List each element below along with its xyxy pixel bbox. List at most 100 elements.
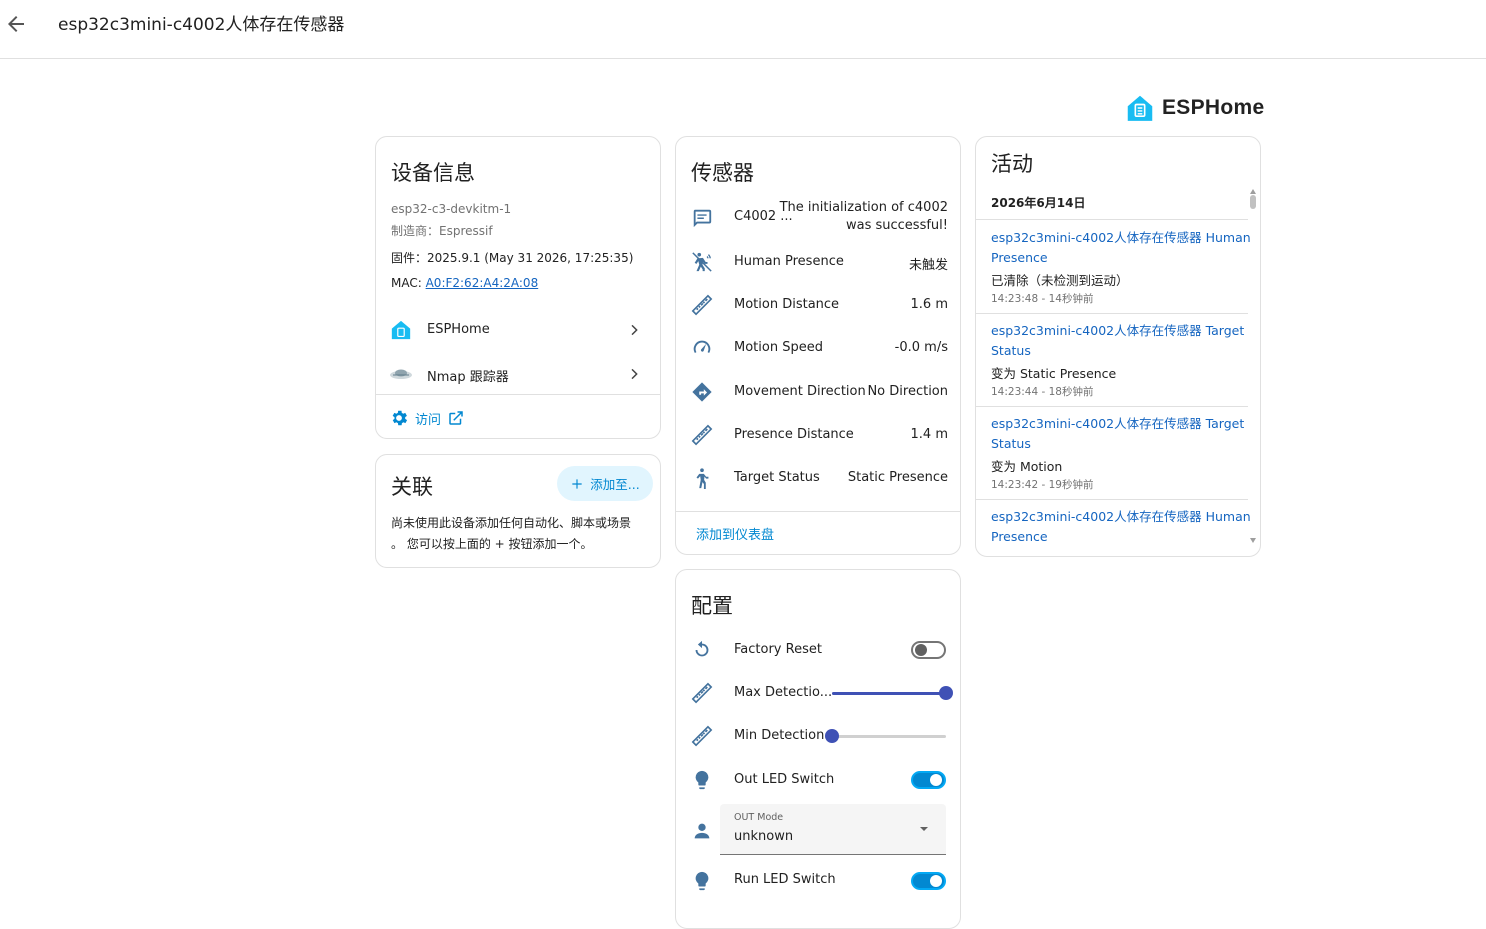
sensors-title: 传感器 — [691, 161, 754, 185]
activity-card: 活动 2026年6月14日 esp32c3mini-c4002人体存在传感器 H… — [975, 136, 1261, 557]
motion-sensor-off-icon — [692, 252, 712, 272]
page-title: esp32c3mini-c4002人体存在传感器 — [58, 15, 345, 35]
chevron-right-icon — [631, 368, 638, 380]
slider-thumb[interactable] — [939, 686, 953, 700]
visit-label: 访问 — [415, 412, 442, 428]
activity-time: 14:23:44 - 18秒钟前 — [991, 386, 1094, 398]
sensor-row[interactable]: Motion Distance 1.6 m — [676, 293, 960, 317]
related-card: 关联 添加至... 尚未使用此设备添加任何自动化、脚本或场景 。 您可以按上面的… — [375, 454, 661, 568]
activity-date: 2026年6月14日 — [991, 196, 1086, 210]
activity-message: 变为 Motion — [991, 459, 1063, 474]
slider-fill — [832, 692, 946, 695]
scrollbar-thumb[interactable] — [1250, 195, 1256, 209]
direction-icon — [692, 382, 712, 402]
integration-row-nmap[interactable]: Nmap 跟踪器 — [376, 356, 660, 392]
activity-entity-link-line2[interactable]: Status — [991, 341, 1031, 361]
integration-row-esphome[interactable]: ESPHome — [376, 312, 660, 348]
sensor-value: 1.4 m — [910, 427, 948, 442]
factory-reset-toggle[interactable] — [911, 641, 946, 659]
entry-divider — [976, 499, 1248, 500]
related-empty-text-1: 尚未使用此设备添加任何自动化、脚本或场景 — [391, 516, 632, 530]
scroll-up-icon[interactable] — [1250, 189, 1256, 194]
account-icon — [694, 823, 710, 839]
activity-entity-link[interactable]: esp32c3mini-c4002人体存在传感器 Human — [991, 228, 1251, 248]
slider-thumb[interactable] — [825, 729, 839, 743]
nmap-icon — [390, 369, 412, 379]
config-card: 配置 Factory Reset Max Detectio... Min Det… — [675, 569, 961, 929]
add-to-dashboard-button[interactable]: 添加到仪表盘 — [696, 524, 774, 543]
integration-label: ESPHome — [427, 322, 490, 337]
device-info-title: 设备信息 — [391, 161, 475, 185]
device-model: esp32-c3-devkitm-1 — [391, 202, 512, 216]
card-divider — [676, 511, 960, 512]
restart-icon — [695, 640, 709, 657]
select-label: OUT Mode — [734, 812, 784, 823]
activity-title: 活动 — [991, 152, 1033, 176]
sensor-value: No Direction — [867, 384, 948, 399]
sensor-row[interactable]: Motion Speed -0.0 m/s — [676, 336, 960, 360]
activity-entity-link[interactable]: esp32c3mini-c4002人体存在传感器 Target — [991, 414, 1244, 434]
card-divider — [376, 394, 660, 395]
activity-entity-link[interactable]: esp32c3mini-c4002人体存在传感器 Human — [991, 507, 1251, 527]
activity-message: 变为 Static Presence — [991, 366, 1117, 381]
activity-entity-link-line2[interactable]: Presence — [991, 248, 1048, 268]
out-led-toggle[interactable] — [911, 771, 946, 789]
sensor-row[interactable]: Human Presence 未触发 — [676, 250, 960, 274]
sensors-card: 传感器 C4002 ... The initialization of c400… — [675, 136, 961, 555]
sensor-value-line2: was successful! — [846, 218, 948, 233]
activity-entity-link-line2[interactable]: Presence — [991, 527, 1048, 547]
add-to-label: 添加至... — [590, 477, 640, 492]
ruler-icon — [691, 682, 713, 704]
activity-time: 14:23:42 - 19秒钟前 — [991, 479, 1094, 491]
activity-entry[interactable]: esp32c3mini-c4002人体存在传感器 Human Presence … — [976, 227, 1251, 313]
sensor-row[interactable]: Movement Direction No Direction — [676, 380, 960, 404]
mac-address-link[interactable]: A0:F2:62:A4:2A:08 — [426, 276, 539, 290]
chevron-right-icon — [631, 324, 638, 336]
esphome-icon — [391, 320, 411, 340]
dropdown-arrow-icon — [920, 827, 928, 831]
add-to-button[interactable]: 添加至... — [557, 466, 653, 501]
out-mode-select[interactable]: OUT Mode unknown — [720, 804, 946, 855]
activity-entity-link[interactable]: esp32c3mini-c4002人体存在传感器 Target — [991, 321, 1244, 341]
mac-label: MAC: — [391, 276, 426, 290]
sensor-value: -0.0 m/s — [894, 340, 948, 355]
min-detection-slider[interactable] — [825, 729, 946, 743]
plus-icon — [572, 478, 582, 489]
select-value: unknown — [734, 829, 794, 844]
message-icon — [693, 209, 712, 228]
device-manufacturer: 制造商：Espressif — [391, 224, 493, 238]
sensor-label: Target Status — [734, 470, 820, 485]
scroll-down-icon[interactable] — [1250, 538, 1256, 543]
sensor-row[interactable]: C4002 ... The initialization of c4002 wa… — [676, 197, 960, 237]
sensor-row[interactable]: Target Status Static Presence — [676, 466, 960, 490]
device-firmware: 固件：2025.9.1 (May 31 2026, 17:25:35) — [391, 251, 634, 265]
sensor-value: 未触发 — [908, 258, 948, 273]
sensor-label: Motion Speed — [734, 340, 823, 355]
activity-entity-link-line2[interactable]: Status — [991, 434, 1031, 454]
ruler-icon — [691, 424, 713, 446]
activity-scrollbar[interactable] — [1250, 189, 1256, 543]
device-info-card: 设备信息 esp32-c3-devkitm-1 制造商：Espressif 固件… — [375, 136, 661, 439]
run-led-label: Run LED Switch — [734, 872, 836, 887]
esphome-logo: ESPHome — [1126, 92, 1264, 124]
activity-time: 14:23:48 - 14秒钟前 — [991, 293, 1094, 305]
sensor-row[interactable]: Presence Distance 1.4 m — [676, 423, 960, 447]
activity-entry[interactable]: esp32c3mini-c4002人体存在传感器 Target Status 变… — [976, 320, 1246, 406]
sensor-value: 1.6 m — [910, 297, 948, 312]
ruler-icon — [691, 725, 713, 747]
sensor-label: Human Presence — [734, 254, 844, 269]
max-detection-slider[interactable] — [832, 686, 953, 700]
sensor-value: The initialization of c4002 — [779, 200, 948, 215]
device-mac: MAC: A0:F2:62:A4:2A:08 — [391, 276, 538, 290]
back-arrow-icon[interactable] — [4, 10, 28, 38]
open-in-new-icon — [449, 411, 463, 425]
sensor-value: Static Presence — [847, 470, 948, 485]
activity-entry[interactable]: esp32c3mini-c4002人体存在传感器 Target Status 变… — [976, 413, 1246, 499]
visit-device-link[interactable]: 访问 — [389, 407, 465, 429]
activity-entry[interactable]: esp32c3mini-c4002人体存在传感器 Human Presence — [976, 506, 1251, 556]
min-detection-label: Min Detection... — [734, 728, 837, 743]
factory-reset-label: Factory Reset — [734, 642, 822, 657]
activity-message: 已清除（未检测到运动） — [991, 273, 1129, 288]
speedometer-icon — [693, 340, 711, 354]
run-led-toggle[interactable] — [911, 872, 946, 890]
